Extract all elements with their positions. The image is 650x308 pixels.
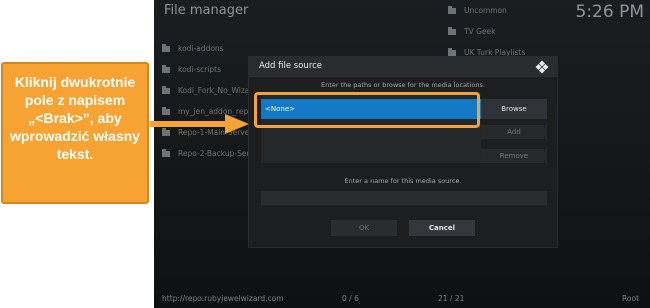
- ok-button[interactable]: OK: [331, 220, 397, 236]
- root-label: Root: [622, 294, 639, 303]
- browse-button[interactable]: Browse: [481, 99, 547, 119]
- paths-hint: Enter the paths or browse for the media …: [321, 81, 485, 89]
- arrow-shaft: [150, 121, 228, 127]
- add-button[interactable]: Add: [481, 125, 547, 139]
- remove-button[interactable]: Remove: [481, 149, 547, 163]
- folder-icon: [448, 47, 456, 56]
- folder-icon: [162, 148, 170, 157]
- source-name-input[interactable]: [261, 191, 547, 205]
- folder-icon: [162, 85, 170, 94]
- folder-icon: [448, 26, 456, 35]
- add-file-source-dialog: Add file source Enter the paths or brows…: [248, 56, 558, 248]
- list-item-label: kodi-scripts: [178, 65, 222, 74]
- list-item-label: Kodi_Fork_No_Wizard: [178, 86, 258, 95]
- list-item[interactable]: Uncommon: [440, 0, 640, 21]
- arrow-right-icon: [225, 114, 249, 134]
- right-source-list: Uncommon TV Geek UK Turk Playlists: [440, 0, 640, 63]
- folder-icon: [448, 5, 456, 14]
- right-item-count: 21 / 21: [438, 294, 465, 303]
- page-title: File manager: [164, 3, 249, 18]
- folder-icon: [162, 64, 170, 73]
- dialog-title: Add file source: [259, 61, 323, 71]
- folder-icon: [162, 43, 170, 52]
- name-hint: Enter a name for this media source.: [344, 177, 462, 185]
- folder-icon: [162, 106, 170, 115]
- instruction-callout: Kliknij dwukrotnie pole z napisem „<Brak…: [1, 62, 149, 204]
- callout-text: Kliknij dwukrotnie pole z napisem „<Brak…: [10, 74, 140, 162]
- list-item-label: Uncommon: [464, 6, 507, 15]
- highlight-frame: [254, 92, 480, 128]
- folder-icon: [162, 127, 170, 136]
- status-bar: http://repo.rubyjewelwizard.com 0 / 6 21…: [154, 290, 650, 308]
- cancel-button[interactable]: Cancel: [409, 220, 475, 236]
- kodi-logo-icon: [535, 60, 549, 74]
- list-item[interactable]: TV Geek: [440, 21, 640, 42]
- list-item-label: kodi-addons: [178, 44, 224, 53]
- list-item-label: TV Geek: [464, 27, 496, 36]
- left-item-count: 0 / 6: [342, 294, 359, 303]
- dialog-header: Add file source: [249, 57, 557, 77]
- current-path: http://repo.rubyjewelwizard.com: [162, 294, 284, 303]
